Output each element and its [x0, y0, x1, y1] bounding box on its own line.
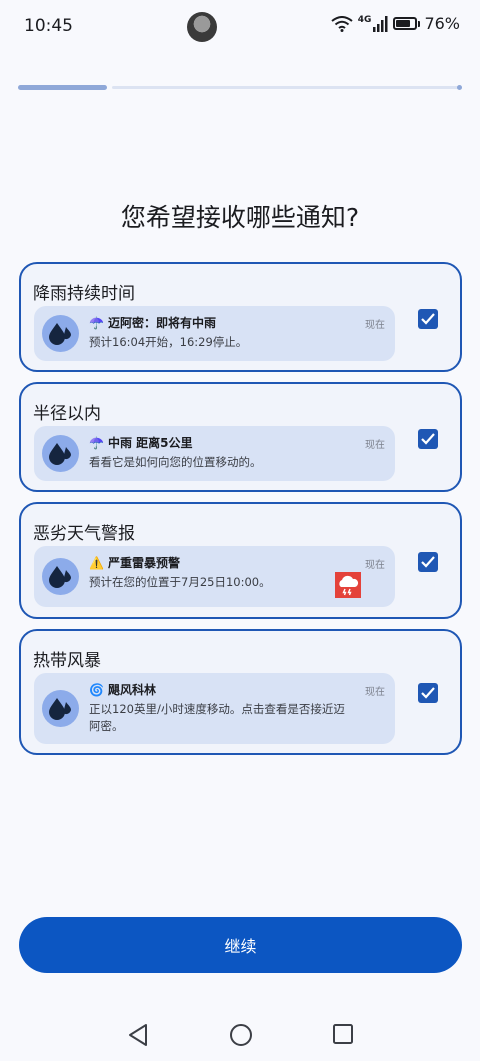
signal-icon	[373, 15, 388, 32]
notification-headline: ⚠️ 严重雷暴预警	[89, 554, 180, 571]
notification-preview: ⚠️ 严重雷暴预警 预计在您的位置于7月25日10:00。 现在	[34, 546, 395, 607]
umbrella-icon: ☂️	[89, 315, 104, 330]
progress-end-dot	[457, 85, 462, 90]
notification-body: 预计在您的位置于7月25日10:00。	[89, 575, 271, 589]
option-card-tropical-storm[interactable]: 热带风暴 🌀 飓风科林 正以120英里/小时速度移动。点击查看是否接近迈阿密。 …	[19, 629, 462, 755]
status-bar: 10:45 4G 76%	[0, 0, 480, 56]
notification-body: 看看它是如何向您的位置移动的。	[89, 455, 262, 469]
status-icons: 4G 76%	[331, 14, 460, 33]
option-title: 恶劣天气警报	[33, 524, 135, 544]
page-title: 您希望接收哪些通知?	[120, 203, 360, 232]
avatar	[187, 12, 217, 42]
checkbox-rain-duration[interactable]	[418, 309, 438, 329]
notification-headline-text: 迈阿密：即将有中雨	[107, 316, 216, 330]
option-title: 热带风暴	[33, 651, 101, 671]
battery-icon: 76%	[393, 14, 460, 33]
option-card-rain-duration[interactable]: 降雨持续时间 ☂️ 迈阿密：即将有中雨 预计16:04开始，16:29停止。 现…	[19, 262, 462, 372]
notification-body: 正以120英里/小时速度移动。点击查看是否接近迈阿密。	[89, 702, 345, 733]
check-icon	[421, 556, 435, 568]
app-icon	[42, 435, 79, 472]
notification-headline-text: 中雨 距离5公里	[107, 436, 193, 450]
notification-headline: ☂️ 中雨 距离5公里	[89, 434, 192, 451]
continue-button[interactable]: 继续	[19, 917, 462, 973]
notification-headline: 🌀 飓风科林	[89, 681, 156, 698]
notification-time: 现在	[365, 687, 385, 698]
back-icon[interactable]	[127, 1023, 149, 1047]
notification-time: 现在	[365, 320, 385, 331]
notification-body: 预计16:04开始，16:29停止。	[89, 335, 248, 349]
notification-preview: ☂️ 迈阿密：即将有中雨 预计16:04开始，16:29停止。 现在	[34, 306, 395, 361]
app-icon	[42, 690, 79, 727]
network-label: 4G	[357, 14, 372, 25]
check-icon	[421, 687, 435, 699]
umbrella-icon: ☂️	[89, 435, 104, 450]
home-icon[interactable]	[229, 1023, 253, 1047]
checkbox-tropical-storm[interactable]	[418, 683, 438, 703]
notification-headline-text: 飓风科林	[107, 683, 156, 697]
cyclone-icon: 🌀	[89, 682, 104, 697]
app-icon	[42, 558, 79, 595]
checkbox-severe-weather[interactable]	[418, 552, 438, 572]
notification-preview: 🌀 飓风科林 正以120英里/小时速度移动。点击查看是否接近迈阿密。 现在	[34, 673, 395, 744]
check-icon	[421, 313, 435, 325]
battery-percent: 76%	[424, 14, 460, 33]
checkbox-radius[interactable]	[418, 429, 438, 449]
check-icon	[421, 433, 435, 445]
warning-icon: ⚠️	[89, 555, 104, 570]
option-title: 降雨持续时间	[33, 284, 135, 304]
onboarding-progress	[18, 85, 462, 90]
option-card-severe-weather[interactable]: 恶劣天气警报 ⚠️ 严重雷暴预警 预计在您的位置于7月25日10:00。 现在	[19, 502, 462, 619]
system-nav-bar	[0, 1010, 480, 1061]
app-icon	[42, 315, 79, 352]
wifi-icon	[331, 15, 353, 32]
notification-time: 现在	[365, 560, 385, 571]
status-time: 10:45	[24, 16, 73, 36]
thunderstorm-icon	[335, 572, 361, 598]
progress-fill	[18, 85, 107, 90]
notification-time: 现在	[365, 440, 385, 451]
notification-preview: ☂️ 中雨 距离5公里 看看它是如何向您的位置移动的。 现在	[34, 426, 395, 481]
option-card-radius[interactable]: 半径以内 ☂️ 中雨 距离5公里 看看它是如何向您的位置移动的。 现在	[19, 382, 462, 492]
option-title: 半径以内	[33, 404, 101, 424]
progress-track	[112, 86, 462, 89]
notification-headline-text: 严重雷暴预警	[107, 556, 180, 570]
notification-headline: ☂️ 迈阿密：即将有中雨	[89, 314, 216, 331]
recents-icon[interactable]	[332, 1023, 354, 1045]
